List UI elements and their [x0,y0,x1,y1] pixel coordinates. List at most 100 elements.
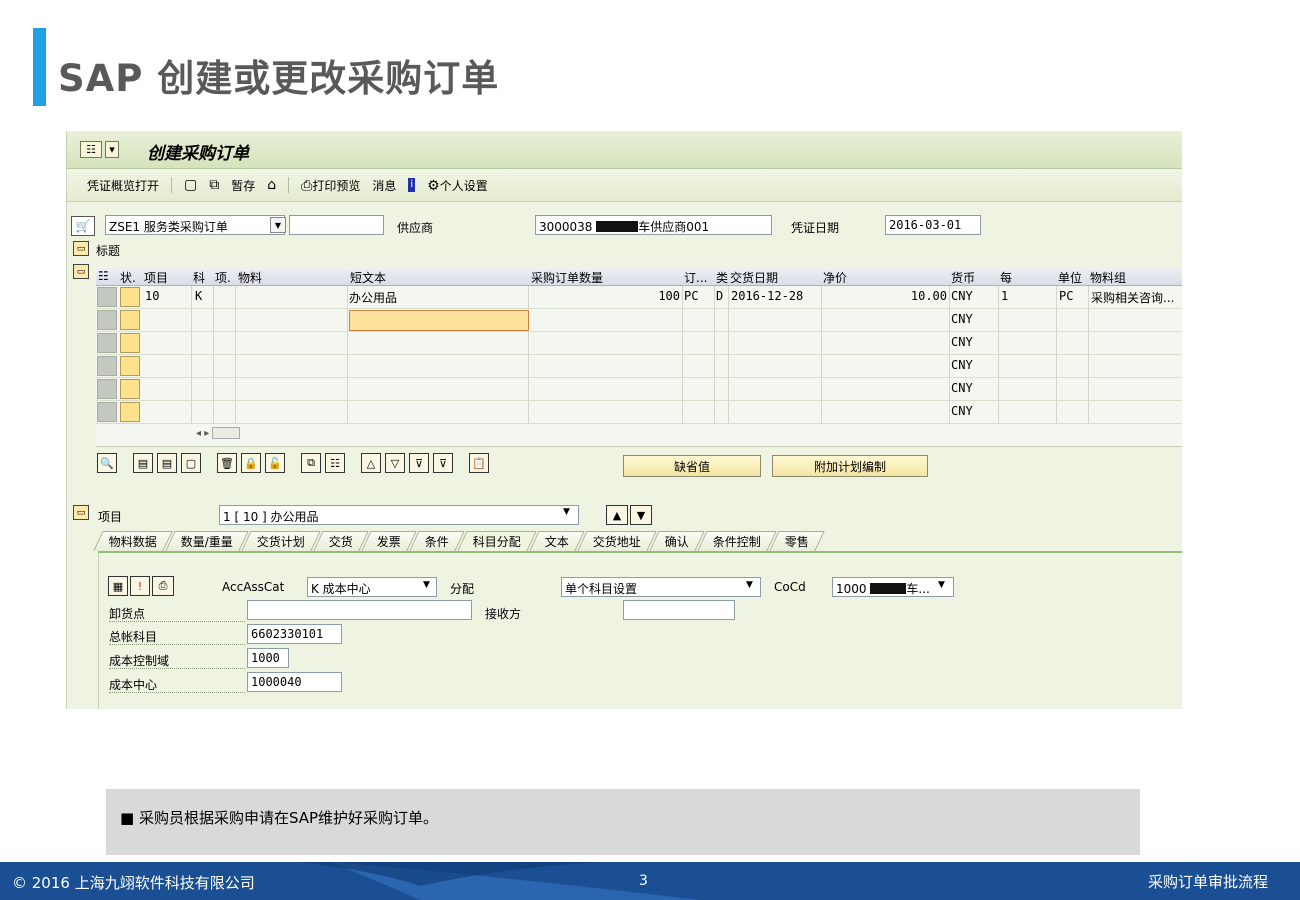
document-date-field[interactable]: 2016-03-01 [885,215,981,235]
col-short-text[interactable]: 短文本 [350,269,386,286]
next-item-icon[interactable]: ▼ [630,505,652,525]
acct-cat-cell[interactable]: K [192,286,214,308]
tab-retail[interactable]: 零售 [769,531,825,551]
row-selector[interactable] [97,310,117,330]
status-cell[interactable] [120,287,140,307]
grid-view-icon[interactable]: ▦ [108,576,128,596]
col-po-qty[interactable]: 采购订单数量 [531,269,603,286]
distribution-select[interactable]: 单个科目设置 [561,577,761,597]
deselect-all-icon[interactable]: ▢ [181,453,201,473]
toolbar-document-overview[interactable]: 凭证概览打开 [87,177,159,194]
table-row[interactable]: 10 K 办公用品 100 PC D 2016-12-28 10.00 CNY … [96,286,1182,309]
table-row[interactable]: CNY [96,355,1182,378]
unloading-point-field[interactable] [247,600,472,620]
clear-filter-icon[interactable]: ⊽ [433,453,453,473]
tab-delivery-schedule[interactable]: 交货计划 [241,531,321,551]
row-selector[interactable] [97,379,117,399]
material-cell[interactable] [236,286,348,308]
material-group-cell[interactable]: 采购相关咨询... [1089,286,1182,308]
col-item[interactable]: 项目 [144,269,168,286]
filter-icon[interactable]: ⊽ [409,453,429,473]
per-cell[interactable]: 1 [999,286,1057,308]
alert-icon[interactable]: ! [130,576,150,596]
status-cell[interactable] [120,333,140,353]
chevron-down-icon[interactable]: ▼ [746,580,753,590]
item-detail-collapse-icon[interactable]: ▭ [73,505,89,520]
cart-icon[interactable]: 🛒 [71,216,95,236]
col-per[interactable]: 每 [1000,269,1012,286]
horizontal-scrollbar[interactable]: ◂ ▸ [196,427,241,439]
tab-conditions[interactable]: 条件 [409,531,465,551]
recipient-field[interactable] [623,600,735,620]
chevron-down-icon[interactable]: ▼ [423,580,430,590]
document-number-field[interactable] [289,215,384,235]
item-cell[interactable]: 10 [142,286,192,308]
currency-cell[interactable]: CNY [950,332,999,354]
tab-texts[interactable]: 文本 [529,531,585,551]
items-collapse-icon[interactable]: ▭ [73,264,89,279]
item-cat-cell[interactable] [214,286,236,308]
currency-cell[interactable]: CNY [950,355,999,377]
tab-invoice[interactable]: 发票 [361,531,417,551]
tab-delivery-address[interactable]: 交货地址 [577,531,657,551]
gl-account-field[interactable]: 6602330101 [247,624,342,644]
acc-ass-cat-select[interactable]: K 成本中心 [307,577,437,597]
col-order-unit[interactable]: 订... [684,269,707,286]
cost-center-field[interactable]: 1000040 [247,672,342,692]
details-icon[interactable]: 🔍 [97,453,117,473]
additional-planning-button[interactable]: 附加计划编制 [772,455,928,477]
chevron-down-icon[interactable]: ▼ [563,507,570,517]
delete-icon[interactable]: 🗑 [217,453,237,473]
sort-ascending-icon[interactable]: △ [361,453,381,473]
table-row[interactable]: CNY [96,378,1182,401]
new-document-icon[interactable]: ▢ [184,178,197,192]
chevron-down-icon[interactable]: ▼ [270,217,286,233]
toolbar-messages[interactable]: 消息 [372,177,396,194]
col-currency[interactable]: 货币 [951,269,975,286]
status-cell[interactable] [120,356,140,376]
sort-descending-icon[interactable]: ▽ [385,453,405,473]
currency-cell[interactable]: CNY [950,309,999,331]
col-date-cat[interactable]: 类 [716,269,728,286]
toolbar-print-preview[interactable]: ⎙打印预览 [301,177,360,194]
item-select[interactable]: 1 [ 10 ] 办公用品 [219,505,579,525]
tab-delivery[interactable]: 交货 [313,531,369,551]
check-icon[interactable]: ⌂ [267,178,276,192]
previous-item-icon[interactable]: ▲ [606,505,628,525]
document-type-select[interactable]: ZSE1 服务类采购订单 [105,215,285,235]
scroll-thumb[interactable] [212,427,241,439]
select-all-icon[interactable]: ▤ [133,453,153,473]
row-selector[interactable] [97,333,117,353]
delivery-date-cell[interactable]: 2016-12-28 [729,286,822,308]
short-text-input[interactable] [349,310,529,331]
grid-settings-icon[interactable]: ☷ [98,269,109,283]
col-acct-cat[interactable]: 科 [193,269,205,286]
select-block-icon[interactable]: ▤ [157,453,177,473]
dropdown-icon[interactable]: ▾ [105,141,119,158]
col-item-cat[interactable]: 项. [215,269,231,286]
lock-icon[interactable]: 🔒 [241,453,261,473]
default-values-button[interactable]: 缺省值 [623,455,761,477]
row-selector[interactable] [97,356,117,376]
date-cat-cell[interactable]: D [715,286,729,308]
table-row[interactable]: CNY [96,332,1182,355]
row-selector[interactable] [97,402,117,422]
chevron-down-icon[interactable]: ▼ [938,580,945,590]
print-icon[interactable]: ⎙ [152,576,174,596]
table-row[interactable]: CNY [96,309,1182,332]
tab-material-data[interactable]: 物料数据 [93,531,173,551]
other-document-icon[interactable]: ⧉ [209,178,219,192]
toolbar-hold[interactable]: 暂存 [231,177,255,194]
table-row[interactable]: CNY [96,401,1182,424]
col-status[interactable]: 状. [120,269,136,286]
currency-cell[interactable]: CNY [950,286,999,308]
row-selector[interactable] [97,287,117,307]
col-net-price[interactable]: 净价 [823,269,847,286]
unit-cell[interactable]: PC [1057,286,1089,308]
tab-account-assignment[interactable]: 科目分配 [457,531,537,551]
tab-confirmations[interactable]: 确认 [649,531,705,551]
clipboard-icon[interactable]: 📋 [469,453,489,473]
short-text-cell[interactable]: 办公用品 [348,286,529,308]
col-delivery-date[interactable]: 交货日期 [730,269,778,286]
status-cell[interactable] [120,310,140,330]
